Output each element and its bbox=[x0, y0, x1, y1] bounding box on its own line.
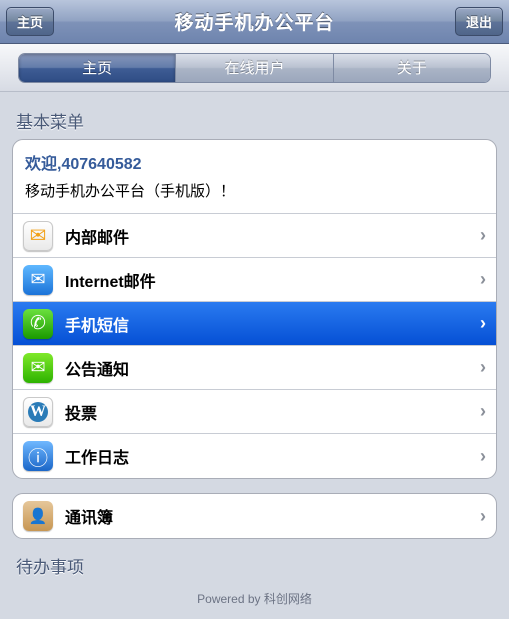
chevron-right-icon: › bbox=[480, 269, 486, 290]
menu-label: 投票 bbox=[65, 400, 97, 424]
menu-label: 公告通知 bbox=[65, 356, 129, 380]
message-icon bbox=[23, 353, 53, 383]
section-todo-title: 待办事项 bbox=[16, 553, 493, 578]
envelope-icon bbox=[23, 221, 53, 251]
chevron-right-icon: › bbox=[480, 506, 486, 527]
contacts-card: 通讯簿 › bbox=[12, 493, 497, 539]
welcome-subtitle: 移动手机办公平台（手机版）！ bbox=[25, 180, 484, 201]
phone-icon bbox=[23, 309, 53, 339]
home-button[interactable]: 主页 bbox=[6, 7, 54, 36]
section-basic-menu-title: 基本菜单 bbox=[16, 108, 493, 133]
welcome-greeting: 欢迎,407640582 bbox=[25, 150, 484, 174]
menu-label: Internet邮件 bbox=[65, 268, 156, 292]
menu-label: 内部邮件 bbox=[65, 224, 129, 248]
addressbook-icon bbox=[23, 501, 53, 531]
exit-button[interactable]: 退出 bbox=[455, 7, 503, 36]
basic-menu-card: 欢迎,407640582 移动手机办公平台（手机版）！ 内部邮件 › Inter… bbox=[12, 139, 497, 479]
chevron-right-icon: › bbox=[480, 401, 486, 422]
tab-online-users[interactable]: 在线用户 bbox=[176, 54, 333, 82]
content: 基本菜单 欢迎,407640582 移动手机办公平台（手机版）！ 内部邮件 › … bbox=[0, 92, 509, 619]
menu-notice[interactable]: 公告通知 › bbox=[13, 346, 496, 390]
menu-label: 工作日志 bbox=[65, 444, 129, 468]
footer-powered: Powered by bbox=[197, 592, 264, 606]
menu-internal-mail[interactable]: 内部邮件 › bbox=[13, 214, 496, 258]
chevron-right-icon: › bbox=[480, 357, 486, 378]
menu-worklog[interactable]: 工作日志 › bbox=[13, 434, 496, 478]
footer-brand: 科创网络 bbox=[264, 592, 312, 606]
chevron-right-icon: › bbox=[480, 446, 486, 467]
menu-internet-mail[interactable]: Internet邮件 › bbox=[13, 258, 496, 302]
navbar: 主页 移动手机办公平台 退出 bbox=[0, 0, 509, 44]
tab-home[interactable]: 主页 bbox=[19, 54, 176, 82]
welcome-block: 欢迎,407640582 移动手机办公平台（手机版）！ bbox=[13, 140, 496, 214]
menu-vote[interactable]: 投票 › bbox=[13, 390, 496, 434]
menu-sms[interactable]: 手机短信 › bbox=[13, 302, 496, 346]
tab-bar: 主页 在线用户 关于 bbox=[0, 44, 509, 92]
chevron-right-icon: › bbox=[480, 313, 486, 334]
menu-contacts[interactable]: 通讯簿 › bbox=[13, 494, 496, 538]
menu-label: 手机短信 bbox=[65, 312, 129, 336]
footer: Powered by 科创网络 bbox=[12, 584, 497, 619]
app-title: 移动手机办公平台 bbox=[174, 8, 334, 35]
info-icon bbox=[23, 441, 53, 471]
menu-label: 通讯簿 bbox=[65, 504, 113, 528]
chevron-right-icon: › bbox=[480, 225, 486, 246]
mail-icon bbox=[23, 265, 53, 295]
tab-about[interactable]: 关于 bbox=[334, 54, 490, 82]
wordpress-icon bbox=[23, 397, 53, 427]
